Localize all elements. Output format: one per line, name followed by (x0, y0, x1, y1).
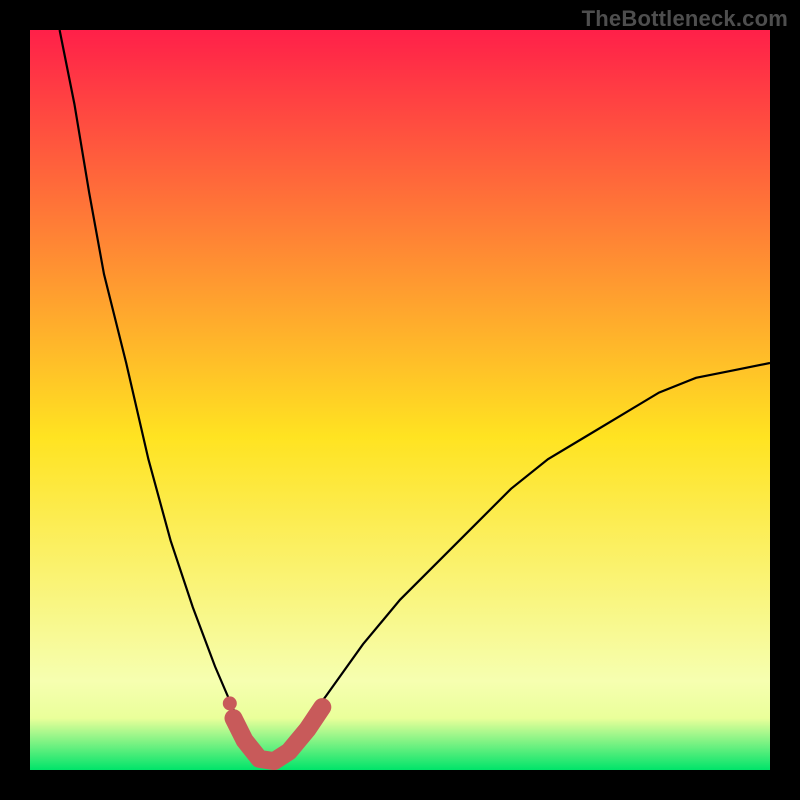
bottleneck-curve-chart (30, 30, 770, 770)
gradient-background (30, 30, 770, 770)
watermark-text: TheBottleneck.com (582, 6, 788, 32)
optimal-point-dot (223, 696, 237, 710)
plot-area (30, 30, 770, 770)
chart-frame: TheBottleneck.com (0, 0, 800, 800)
